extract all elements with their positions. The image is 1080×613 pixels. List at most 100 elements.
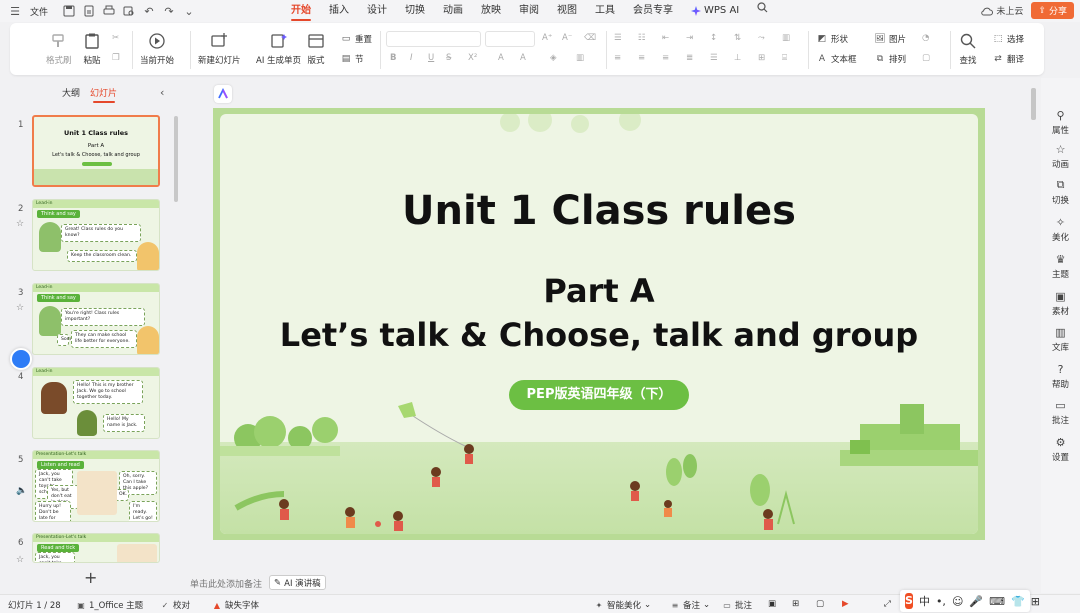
star-icon[interactable]: ☆ [16, 555, 24, 565]
font-color-icon[interactable]: A [498, 53, 504, 63]
redo-icon[interactable]: ↷ [162, 4, 176, 18]
tab-design[interactable]: 设计 [358, 0, 396, 22]
star-icon[interactable]: ☆ [16, 303, 24, 313]
picture-button[interactable]: 🖼 图片 [874, 33, 906, 45]
slide-thumbnail-1[interactable]: Unit 1 Class rules Part A Let's talk & C… [32, 115, 160, 187]
tab-outline[interactable]: 大纲 [62, 86, 80, 103]
find-button[interactable]: 查找 [958, 31, 978, 66]
tab-animation[interactable]: 动画 [434, 0, 472, 22]
assistant-float-icon[interactable] [10, 348, 32, 370]
proofing-button[interactable]: ✓ 校对 [160, 599, 190, 612]
align-left-icon[interactable]: ≡ [614, 53, 621, 63]
translate-button[interactable]: ⇄ 翻译 [992, 53, 1024, 65]
increase-font-icon[interactable]: A⁺ [542, 33, 552, 43]
shading-icon[interactable]: ▥ [576, 53, 584, 63]
tab-slides[interactable]: 幻灯片 [90, 86, 117, 103]
emoji-icon[interactable]: ☺ [952, 595, 963, 608]
format-painter-button[interactable]: 格式刷 [46, 31, 72, 66]
font-family-select[interactable] [386, 31, 481, 47]
customize-icon[interactable]: ⌄ [182, 4, 196, 18]
notes-toggle[interactable]: ≡ 备注 ⌄ [670, 599, 711, 611]
italic-icon[interactable]: I [410, 53, 413, 63]
vertical-align-icon[interactable]: ⊥ [734, 53, 741, 63]
justify-icon[interactable]: ≣ [686, 53, 693, 63]
outline-icon[interactable]: ▢ [922, 53, 930, 63]
underline-icon[interactable]: U [428, 53, 434, 63]
slide-thumbnail-4[interactable]: Lead-in Hello! This is my brother Jack. … [32, 367, 160, 439]
strikethrough-icon[interactable]: S̶ [446, 53, 451, 63]
slide-panel-scrollbar[interactable] [174, 116, 178, 202]
share-button[interactable]: ⇪ 分享 [1031, 2, 1074, 19]
select-button[interactable]: ⬚ 选择 [992, 33, 1024, 45]
tab-tools[interactable]: 工具 [586, 0, 624, 22]
clear-format-icon[interactable]: ⌫ [584, 33, 596, 43]
sidebar-item-settings[interactable]: ⚙ 设置 [1041, 435, 1080, 464]
print-preview-icon[interactable] [122, 4, 136, 18]
slide-thumbnail-2[interactable]: Lead-in Think and say Great! Class rules… [32, 199, 160, 271]
shape-button[interactable]: ◩ 形状 [816, 33, 848, 45]
save-icon[interactable] [62, 4, 76, 18]
ai-assistant-icon[interactable] [214, 85, 232, 103]
add-slide-button[interactable]: + [84, 568, 97, 587]
copy-icon[interactable]: ❐ [112, 53, 120, 63]
current-slide[interactable]: Unit 1 Class rules Part A Let’s talk & C… [213, 108, 985, 540]
slideshow-play-icon[interactable]: ▶ [842, 599, 849, 609]
sidebar-item-theme[interactable]: ♛ 主题 [1041, 252, 1080, 281]
sidebar-item-comment[interactable]: ▭ 批注 [1041, 398, 1080, 427]
ai-generate-button[interactable]: AI 生成单页 [256, 31, 301, 66]
tab-review[interactable]: 审阅 [510, 0, 548, 22]
text-direction-icon[interactable]: ⇅ [734, 33, 741, 43]
ime-toolbar[interactable]: S 中 •, ☺ 🎤 ⌨ 👕 ⊞ [900, 590, 1040, 612]
indent-decrease-icon[interactable]: ⇤ [662, 33, 669, 43]
tab-member[interactable]: 会员专享 [624, 0, 682, 22]
distribute-icon[interactable]: ☰ [710, 53, 718, 63]
slide-thumbnail-3[interactable]: Lead-in Think and say You're right! Clas… [32, 283, 160, 355]
sidebar-item-transition[interactable]: ⧉ 切换 [1041, 178, 1080, 206]
tab-home[interactable]: 开始 [282, 0, 320, 22]
new-slide-button[interactable]: 新建幻灯片 [198, 31, 241, 66]
slide-count[interactable]: 幻灯片 1 / 28 [8, 599, 61, 611]
text-effect-icon[interactable]: ◈ [550, 53, 557, 63]
align-right-icon[interactable]: ≡ [662, 53, 669, 63]
section-button[interactable]: ▤ 节 [340, 53, 364, 65]
reset-button[interactable]: ▭ 重置 [340, 33, 372, 45]
layout-button[interactable]: 版式 [306, 31, 326, 66]
star-icon[interactable]: ☆ [16, 219, 24, 229]
columns-icon[interactable]: ▥ [782, 33, 790, 43]
slide-part[interactable]: Part A [220, 272, 978, 310]
comments-toggle[interactable]: ▭ 批注 [722, 599, 752, 612]
theme-indicator[interactable]: ▣ 1_Office 主题 [76, 599, 143, 612]
undo-icon[interactable]: ↶ [142, 4, 156, 18]
arrange-button[interactable]: ⧉ 排列 [874, 53, 906, 65]
slide-thumbnail-5[interactable]: Presentation-Let's talk Listen and read … [32, 450, 160, 522]
sidebar-item-help[interactable]: ? 帮助 [1041, 362, 1080, 391]
convert-icon[interactable]: ⤳ [758, 33, 765, 43]
toolbox-icon[interactable]: ⊞ [1031, 595, 1040, 608]
slide-subtitle[interactable]: Let’s talk & Choose, talk and group [220, 316, 978, 354]
print-icon[interactable] [102, 4, 116, 18]
font-size-select[interactable] [485, 31, 535, 47]
normal-view-icon[interactable]: ▣ [768, 599, 776, 609]
notes-placeholder[interactable]: 单击此处添加备注 [190, 577, 262, 590]
ime-lang[interactable]: 中 [919, 593, 930, 609]
reading-view-icon[interactable]: ▢ [816, 599, 824, 609]
slide-sorter-icon[interactable]: ⊞ [792, 599, 799, 609]
textbox-button[interactable]: A 文本框 [816, 53, 857, 65]
missing-font-button[interactable]: ▲ 缺失字体 [212, 599, 259, 612]
sidebar-item-properties[interactable]: ⚲ 属性 [1041, 108, 1080, 137]
keyboard-icon[interactable]: ⌨ [989, 595, 1005, 608]
cut-icon[interactable]: ✂ [112, 33, 119, 43]
sidebar-item-beautify[interactable]: ✧ 美化 [1041, 215, 1080, 244]
slide-thumbnail-6[interactable]: Presentation-Let's talk Read and tick Ja… [32, 533, 160, 563]
sidebar-item-animation[interactable]: ☆ 动画 [1041, 142, 1080, 171]
cloud-status[interactable]: 未上云 [981, 4, 1023, 17]
file-menu[interactable]: 文件 [30, 5, 48, 18]
tab-wps-ai[interactable]: WPS AI [682, 0, 748, 22]
decrease-font-icon[interactable]: A⁻ [562, 33, 572, 43]
search-icon[interactable] [748, 0, 777, 22]
export-pdf-icon[interactable] [82, 4, 96, 18]
indent-increase-icon[interactable]: ⇥ [686, 33, 693, 43]
collapse-panel-icon[interactable]: ‹ [160, 86, 164, 99]
ai-speech-button[interactable]: ✎ AI 演讲稿 [269, 575, 326, 590]
skin-icon[interactable]: 👕 [1011, 595, 1025, 608]
